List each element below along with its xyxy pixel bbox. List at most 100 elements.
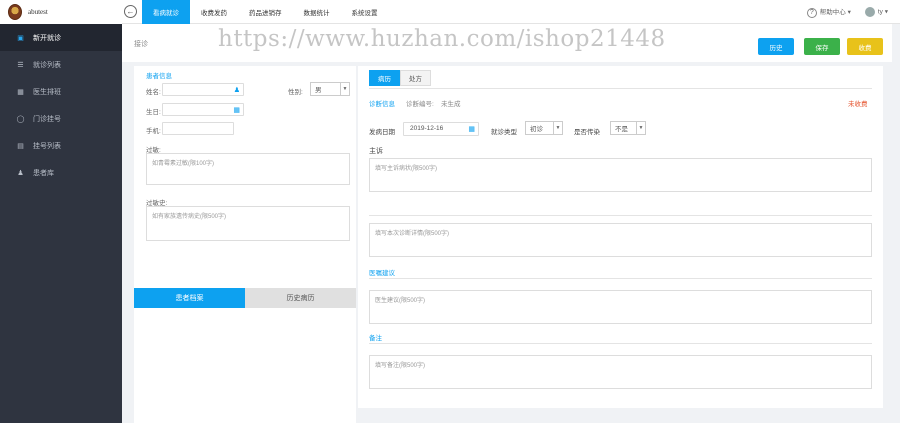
chevron-down-icon: ▼ (553, 122, 562, 134)
visit-date-value: 2019-12-16 (410, 125, 444, 132)
chief-label: 主诉 (369, 148, 383, 155)
help-link[interactable]: ? 帮助中心 ▾ (806, 6, 851, 18)
name-label: 姓名: (146, 89, 161, 96)
tag-icon: ◯ (16, 115, 25, 123)
infectious-value: 不是 (615, 126, 628, 133)
top-right: ? 帮助中心 ▾ ty ▾ (806, 0, 888, 24)
top-nav: 看病就诊 收费发药 药品进销存 数据统计 系统设置 (142, 0, 389, 24)
status-badge: 未收费 (848, 101, 868, 108)
list-icon: ☰ (17, 61, 24, 69)
remark-placeholder: 填写备注(限500字) (375, 363, 426, 369)
gender-value: 男 (315, 87, 322, 94)
allergy-placeholder: 如青霉素过敏(限100字) (152, 161, 215, 167)
camera-icon: ▣ (17, 34, 24, 42)
allergy-textarea[interactable]: 如青霉素过敏(限100字) (146, 153, 350, 185)
sidebar-item-register-list[interactable]: ▤ 挂号列表 (0, 132, 122, 159)
top-bar: abutest ← 看病就诊 收费发药 药品进销存 数据统计 系统设置 ? 帮助中… (0, 0, 900, 24)
birth-field[interactable]: ▦ (162, 103, 244, 116)
tab-medical-record[interactable]: 病历 (369, 70, 400, 86)
top-tab-settings[interactable]: 系统设置 (341, 0, 389, 24)
history-textarea[interactable]: 如有家族遗传病史(限500字) (146, 206, 350, 241)
gender-label: 性别: (288, 89, 303, 96)
sidebar-item-label: 医生排班 (33, 88, 61, 96)
sidebar-item-patients[interactable]: ♟ 患者库 (0, 159, 122, 186)
calendar-icon: ▦ (17, 88, 24, 96)
brand: abutest (0, 0, 122, 24)
history-placeholder: 如有家族遗传病史(限500字) (152, 214, 227, 220)
sidebar-item-schedule[interactable]: ▦ 医生排班 (0, 78, 122, 105)
tab-history-records[interactable]: 历史病历 (245, 288, 356, 308)
sidebar-item-visit-list[interactable]: ☰ 就诊列表 (0, 51, 122, 78)
divider (369, 278, 872, 279)
watermark: https://www.huzhan.com/ishop21448 (218, 26, 666, 52)
chevron-down-icon: ▼ (340, 83, 349, 95)
advice-label: 医嘱建议 (369, 270, 395, 277)
remark-textarea[interactable]: 填写备注(限500字) (369, 355, 872, 389)
birth-label: 生日: (146, 109, 161, 116)
present-illness-textarea[interactable]: 填写本次诊断详情(限500字) (369, 223, 872, 257)
patient-tabs: 患者档案 历史病历 (134, 288, 356, 308)
visit-type-label: 就诊类型 (491, 129, 517, 136)
advice-placeholder: 医生建议(限500字) (375, 298, 426, 304)
advice-textarea[interactable]: 医生建议(限500字) (369, 290, 872, 324)
diag-info-label: 诊断信息 (369, 101, 395, 108)
top-tab-consult[interactable]: 看病就诊 (142, 0, 190, 24)
patient-section-title: 患者信息 (146, 73, 172, 80)
divider (369, 343, 872, 344)
chief-placeholder: 填写主诉病状(限500字) (375, 166, 438, 172)
chief-textarea[interactable]: 填写主诉病状(限500字) (369, 158, 872, 192)
top-tab-inventory[interactable]: 药品进销存 (238, 0, 293, 24)
divider (369, 215, 872, 216)
diag-no-label: 诊断编号: (406, 101, 434, 108)
visit-type-value: 初诊 (530, 126, 543, 133)
present-placeholder: 填写本次诊断详情(限500字) (375, 231, 450, 237)
person-icon: ♟ (17, 169, 24, 177)
sidebar-item-label: 患者库 (33, 169, 54, 177)
gender-select[interactable]: 男 ▼ (310, 82, 350, 96)
top-tab-charge[interactable]: 收费发药 (190, 0, 238, 24)
phone-field[interactable] (162, 122, 234, 135)
sidebar-item-new-visit[interactable]: ▣ 新开就诊 (0, 24, 122, 51)
brand-logo-icon (8, 4, 22, 20)
infectious-label: 是否传染 (574, 129, 600, 136)
help-label: 帮助中心 (819, 9, 846, 16)
calendar-icon: ▦ (233, 107, 240, 114)
top-tab-stats[interactable]: 数据统计 (293, 0, 341, 24)
diag-no-value: 未生成 (441, 101, 461, 108)
calendar-icon: ▦ (468, 126, 475, 133)
infectious-select[interactable]: 不是 ▼ (610, 121, 646, 135)
divider (369, 88, 872, 89)
patient-panel: 患者信息 姓名: ♟ 性别: 男 ▼ 生日: ▦ 手机: 过敏: 如青霉素过敏(… (134, 66, 356, 423)
visit-date-label: 发病日期 (369, 129, 395, 136)
visit-date-field[interactable]: 2019-12-16 ▦ (403, 122, 479, 136)
avatar (864, 7, 875, 17)
history-button[interactable]: 历史 (758, 38, 794, 55)
sidebar: ▣ 新开就诊 ☰ 就诊列表 ▦ 医生排班 ◯ 门诊挂号 ▤ 挂号列表 ♟ 患者库 (0, 24, 122, 423)
sidebar-item-register[interactable]: ◯ 门诊挂号 (0, 105, 122, 132)
card-icon: ▤ (17, 142, 24, 150)
sidebar-item-label: 门诊挂号 (33, 115, 61, 123)
content-area: 接诊 https://www.huzhan.com/ishop21448 历史 … (122, 24, 892, 423)
page-header: 接诊 https://www.huzhan.com/ishop21448 历史 … (122, 24, 892, 62)
brand-name: abutest (28, 8, 48, 16)
chevron-down-icon: ▼ (636, 122, 645, 134)
user-menu[interactable]: ty ▾ (864, 7, 888, 17)
person-icon: ♟ (233, 87, 240, 94)
user-name: ty (877, 8, 883, 16)
sidebar-item-label: 新开就诊 (33, 34, 61, 42)
tab-patient-file[interactable]: 患者档案 (134, 288, 245, 308)
name-field[interactable]: ♟ (162, 83, 244, 96)
tab-prescription[interactable]: 处方 (400, 70, 431, 86)
visit-type-select[interactable]: 初诊 ▼ (525, 121, 563, 135)
question-icon: ? (806, 8, 817, 18)
remark-label: 备注 (369, 335, 382, 342)
charge-button[interactable]: 收费 (847, 38, 883, 55)
sidebar-item-label: 挂号列表 (33, 142, 61, 150)
sidebar-item-label: 就诊列表 (33, 61, 61, 69)
phone-label: 手机: (146, 128, 161, 135)
record-tabs: 病历 处方 (369, 70, 431, 86)
save-button[interactable]: 保存 (804, 38, 840, 55)
page-title: 接诊 (134, 41, 148, 48)
record-panel: 病历 处方 诊断信息 诊断编号: 未生成 未收费 发病日期 2019-12-16… (358, 66, 883, 408)
arrow-left-circle-icon[interactable]: ← (124, 5, 137, 18)
